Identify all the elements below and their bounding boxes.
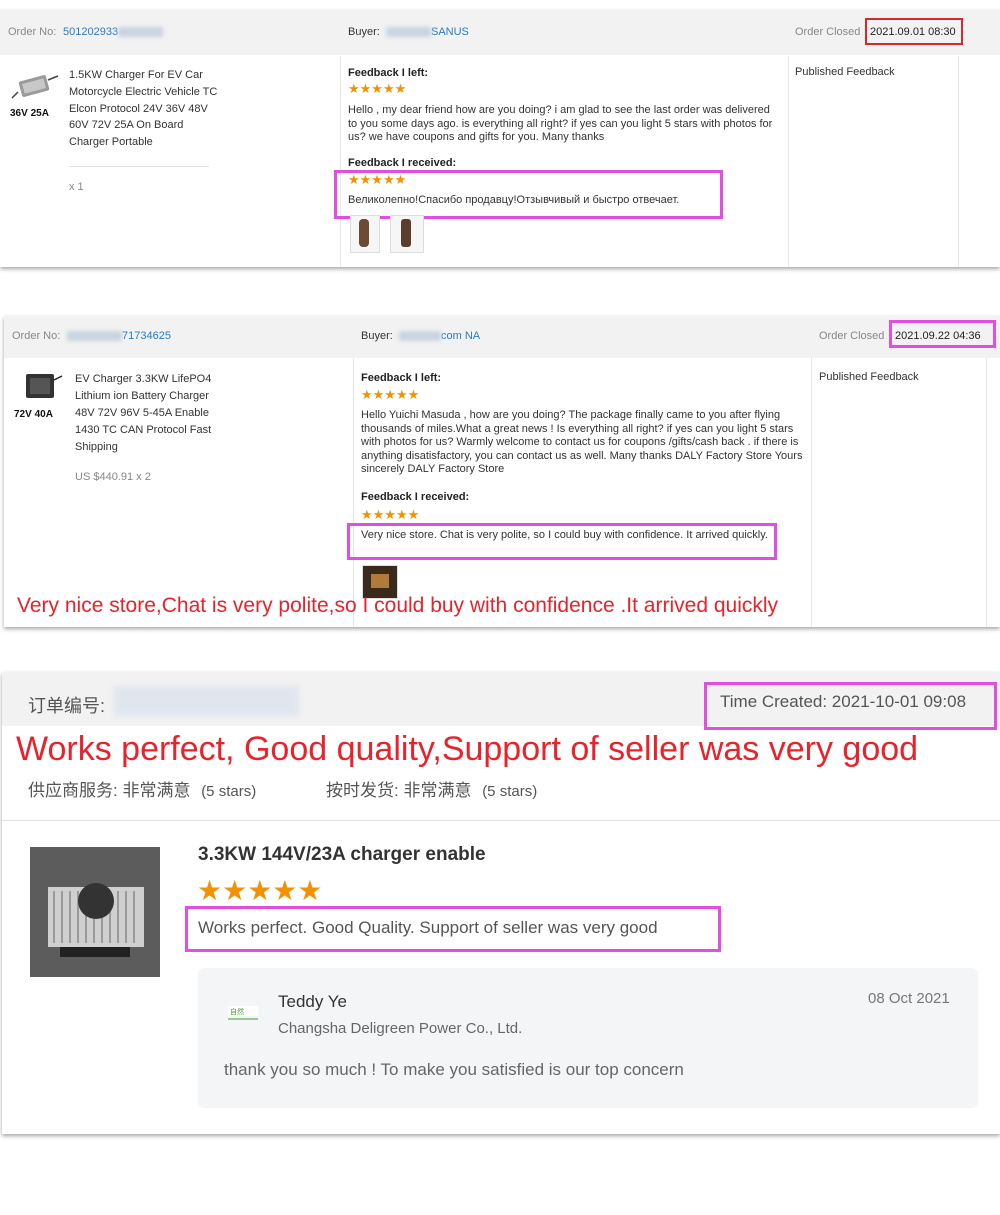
feedback-received-label: Feedback I received:	[348, 157, 457, 169]
order-no-label: Order No:	[8, 26, 57, 38]
order-card-1: Order No: 501202933 Buyer: SANUS Order C…	[0, 10, 1000, 267]
seller-reply-box: 自然 Teddy Ye Changsha Deligreen Power Co.…	[198, 968, 978, 1108]
redacted-mask	[118, 27, 164, 38]
charger-product-image[interactable]	[30, 847, 160, 977]
product-tag: 72V 40A	[14, 409, 53, 420]
redacted-mask	[386, 27, 431, 38]
buyer-link[interactable]: com NA	[399, 330, 480, 342]
rating-label: 按时发货: 非常满意	[326, 781, 472, 800]
buyer-value: SANUS	[431, 26, 469, 38]
order-no-link[interactable]: 71734625	[67, 330, 171, 342]
order-no-value: 71734625	[122, 330, 171, 342]
rating-value: (5 stars)	[482, 783, 538, 800]
buyer-link[interactable]: SANUS	[386, 26, 469, 38]
feedback-left-stars: ★★★★★	[361, 387, 420, 402]
order-card-2: Order No: 71734625 Buyer: com NA Order C…	[4, 316, 1000, 627]
date-highlight-box	[889, 320, 996, 348]
charger-product-image[interactable]: 36V 25A	[10, 72, 62, 119]
buyer-photo-thumbnail[interactable]	[390, 215, 424, 253]
column-divider	[340, 56, 341, 267]
reply-date: 08 Oct 2021	[868, 990, 950, 1007]
order-no-link[interactable]: 501202933	[63, 26, 164, 38]
supplier-service-rating: 供应商服务: 非常满意 (5 stars)	[28, 776, 256, 801]
seller-logo-icon: 自然	[226, 998, 260, 1026]
order-closed-label: Order Closed	[795, 26, 861, 38]
buyer-label: Buyer:	[348, 26, 380, 38]
review-stars: ★★★★★	[197, 875, 323, 906]
reply-company: Changsha Deligreen Power Co., Ltd.	[278, 1020, 523, 1037]
product-title[interactable]: 3.3KW 144V/23A charger enable	[198, 844, 486, 866]
shipping-rating: 按时发货: 非常满意 (5 stars)	[326, 776, 537, 801]
rating-label: 供应商服务: 非常满意	[28, 781, 191, 800]
product-title[interactable]: 1.5KW Charger For EV Car Motorcycle Elec…	[69, 67, 219, 151]
divider	[2, 820, 1000, 821]
reply-text: thank you so much ! To make you satisfie…	[224, 1060, 684, 1079]
feedback-left-label: Feedback I left:	[361, 372, 442, 384]
buyer-value: com NA	[441, 330, 481, 342]
product-tag: 36V 25A	[10, 108, 49, 119]
feedback-highlight-box	[334, 170, 723, 219]
buyer-label: Buyer:	[361, 330, 393, 342]
redacted-mask	[114, 686, 299, 716]
column-divider	[811, 358, 812, 627]
product-price: US $440.91 x 2	[75, 471, 151, 483]
redacted-mask	[399, 331, 441, 342]
feedback-left-label: Feedback I left:	[348, 67, 429, 79]
feedback-status: Published Feedback	[795, 66, 895, 78]
product-variant-blur	[69, 158, 209, 167]
svg-text:自然: 自然	[230, 1007, 244, 1016]
feedback-status: Published Feedback	[819, 371, 919, 383]
date-highlight-box	[865, 18, 963, 45]
column-divider	[958, 56, 959, 267]
headline-overlay: Works perfect, Good quality,Support of s…	[16, 730, 919, 768]
product-qty: x 1	[69, 181, 84, 193]
charger-product-image[interactable]: 72V 40A	[14, 370, 66, 420]
order-number-label: 订单编号:	[28, 696, 106, 716]
time-highlight-box	[704, 682, 997, 730]
order-no-value: 501202933	[63, 26, 119, 38]
feedback-left-stars: ★★★★★	[348, 81, 407, 96]
product-title[interactable]: EV Charger 3.3KW LifePO4 Lithium ion Bat…	[75, 371, 225, 456]
column-divider	[353, 358, 354, 627]
rating-value: (5 stars)	[201, 783, 257, 800]
review-highlight-box	[185, 906, 721, 952]
order-no-label: Order No:	[12, 330, 61, 342]
feedback-highlight-box	[347, 523, 777, 560]
redacted-mask	[67, 331, 122, 342]
column-divider	[986, 358, 987, 627]
feedback-left-text: Hello Yuichi Masuda , how are you doing?…	[361, 409, 803, 475]
feedback-left-text: Hello , my dear friend how are you doing…	[348, 104, 773, 143]
review-caption-overlay: Very nice store,Chat is very polite,so I…	[17, 594, 779, 617]
order-closed-label: Order Closed	[819, 330, 885, 342]
reply-name: Teddy Ye	[278, 992, 348, 1011]
review-card-3: 订单编号: Time Created: 2021-10-01 09:08 Wor…	[2, 672, 1000, 1134]
feedback-received-label: Feedback I received:	[361, 491, 470, 503]
buyer-photo-thumbnail[interactable]	[350, 215, 380, 253]
column-divider	[788, 56, 789, 267]
feedback-received-stars: ★★★★★	[361, 507, 420, 522]
